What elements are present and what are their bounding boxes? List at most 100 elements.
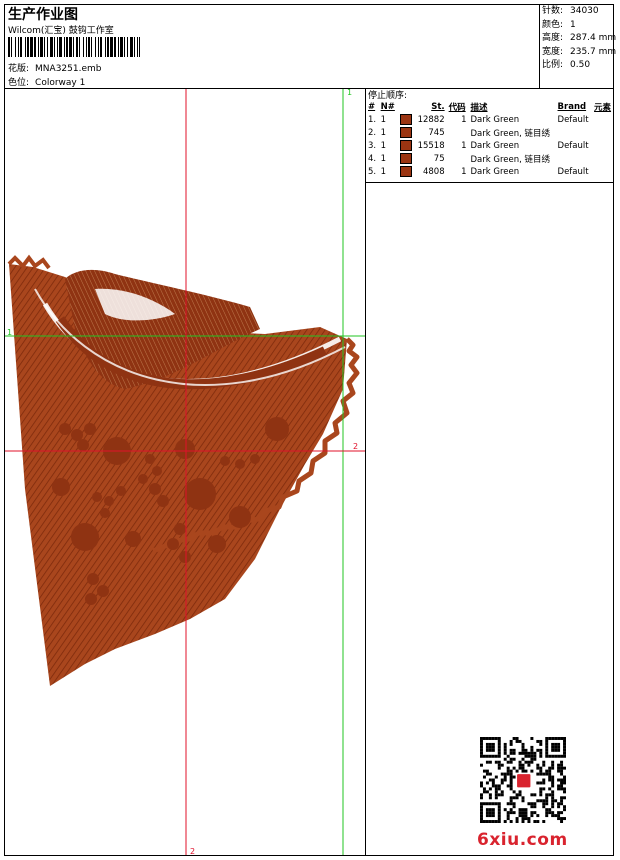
qr-module [482,737,486,740]
qr-module [509,760,513,764]
qr-module [488,745,492,749]
qr-module [512,805,516,809]
qr-module [560,802,564,806]
qr-module [488,820,492,823]
qr-module [527,760,531,764]
qr-module [509,787,513,791]
qr-module [530,802,534,806]
qr-module [497,820,501,823]
qr-module [524,814,528,818]
barcode-bar [91,37,92,57]
color-swatch [399,153,412,164]
qr-module [548,769,552,773]
qr-module [545,811,549,815]
qr-module [503,772,507,776]
row-stitches: 15518 [417,140,445,151]
qr-module [488,778,492,782]
qr-module [488,760,492,764]
qr-module [512,790,516,794]
qr-module [494,754,498,758]
col-description: 描述 [470,102,488,113]
qr-module [524,811,528,815]
qr-module [521,766,525,770]
file-label: 花版: [8,64,30,74]
qr-module [548,808,552,812]
qr-module [482,754,486,758]
row-description: Dark Green [470,166,520,177]
qr-module [524,760,528,764]
qr-module [497,802,501,806]
qr-module [539,739,543,743]
qr-module [560,781,564,785]
row-stitches: 75 [433,153,445,164]
qr-module [515,793,519,797]
barcode-bar [27,37,29,57]
qr-module [488,742,492,746]
qr-module [545,802,549,806]
qr-module [557,811,561,815]
barcode-bar [64,37,65,57]
qr-module [518,808,522,812]
row-brand: Default [557,140,589,151]
guide-label-red-bottom: 2 [190,847,195,855]
qr-module [509,808,513,812]
qr-module [557,748,561,752]
qr-module [554,737,558,740]
qr-module [515,817,519,821]
qr-module [497,737,501,740]
qr-module [563,754,566,758]
qr-module [524,769,528,773]
qr-module [480,817,483,821]
row-description: Dark Green, 链目绣 [470,128,551,139]
qr-module [548,737,552,740]
qr-module [497,793,501,797]
qr-module [491,737,495,740]
qr-module [497,787,501,791]
qr-module [509,802,513,806]
qr-module [512,811,516,815]
barcode-bar [66,37,68,57]
qr-module [506,811,510,815]
qr-module [497,745,501,749]
qr-module [515,769,519,773]
qr-module [551,781,555,785]
qr-module [491,784,495,788]
qr-module [480,820,483,823]
table-header-row: # N# St. 代码 描述 Brand 元素 [366,100,614,113]
qr-module [512,748,516,752]
qr-module [542,760,546,764]
barcode-bar [57,37,58,57]
qr-module [554,754,558,758]
qr-module [557,763,561,767]
qr-module [494,820,498,823]
qr-module [548,787,552,791]
qr-module [503,820,507,823]
barcode-bar [88,37,90,57]
qr-module [485,814,489,818]
qr-module [545,799,549,803]
colorway-label: 色位: [8,78,30,88]
qr-module [480,781,483,785]
qr-module [521,757,525,761]
qr-module [515,739,519,743]
qr-module [485,737,489,740]
qr-module [548,772,552,776]
qr-module [542,802,546,806]
qr-module [480,814,483,818]
row-brand: Default [557,114,589,125]
qr-module [551,805,555,809]
qr-module [488,811,492,815]
qr-module [480,805,483,809]
panel-divider [365,88,366,856]
qr-module [539,766,543,770]
barcode-bar [69,37,72,57]
qr-module [527,802,531,806]
qr-module [485,781,489,785]
row-element [592,152,614,165]
qr-module [491,745,495,749]
qr-module [536,814,540,818]
embroidery-preview: 1 1 2 2 [5,89,365,855]
qr-module [491,802,495,806]
file-name: 花版: MNA3251.emb [8,61,101,74]
qr-module [563,742,566,746]
